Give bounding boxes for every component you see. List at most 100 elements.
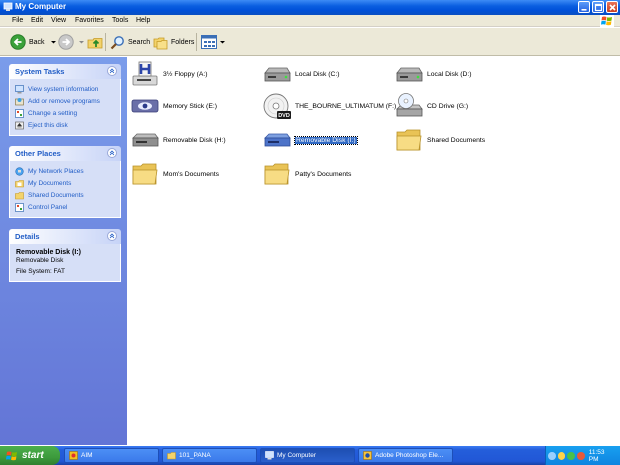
shared-documents-icon [15, 191, 24, 199]
other-places-title: Other Places [15, 149, 61, 158]
taskbar-label: AIM [81, 452, 93, 459]
hard-disk-icon [396, 67, 423, 82]
minimize-button[interactable] [578, 1, 590, 13]
drive-local-disk-c[interactable]: Local Disk (C:) [262, 60, 340, 88]
folders-label: Folders [171, 38, 195, 46]
start-label: start [22, 450, 44, 461]
system-info-icon [15, 84, 24, 93]
task-view-system-information[interactable]: View system information [15, 83, 115, 95]
taskbar-button-101-pana[interactable]: 101_PANA [162, 448, 257, 463]
taskbar-label: Adobe Photoshop Ele... [375, 452, 444, 459]
task-label: Add or remove programs [28, 97, 100, 105]
clock[interactable]: 11:53 PM [589, 449, 615, 463]
menu-file[interactable]: File [12, 17, 23, 24]
windows-logo-icon [6, 451, 17, 460]
taskbar-button-my-computer[interactable]: My Computer [260, 448, 355, 463]
drive-removable-i[interactable]: Removable Disk (I:) [262, 126, 358, 154]
up-folder-button[interactable] [87, 33, 103, 51]
drives-view: 3½ Floppy (A:) Local Disk (C:) Local Dis… [127, 57, 620, 445]
task-add-remove-programs[interactable]: Add or remove programs [15, 95, 115, 107]
views-dropdown-icon[interactable] [219, 39, 226, 45]
collapse-chevron-icon[interactable] [107, 231, 117, 241]
place-shared-documents[interactable]: Shared Documents [15, 189, 115, 201]
drive-local-disk-d[interactable]: Local Disk (D:) [394, 60, 472, 88]
place-label: My Documents [28, 179, 72, 187]
drive-floppy-a[interactable]: 3½ Floppy (A:) [130, 60, 208, 88]
system-tray: 11:53 PM [545, 446, 620, 465]
drive-cd-g[interactable]: CD Drive (G:) [394, 92, 468, 120]
drive-memory-stick-e[interactable]: Memory Stick (E:) [130, 92, 217, 120]
close-icon [609, 4, 616, 11]
folder-pattys-documents[interactable]: Patty's Documents [262, 160, 351, 188]
menu-help[interactable]: Help [136, 17, 150, 24]
folder-label: Patty's Documents [295, 170, 352, 178]
place-my-network-places[interactable]: My Network Places [15, 165, 115, 177]
task-change-setting[interactable]: Change a setting [15, 107, 115, 119]
system-tasks-body: View system information Add or remove pr… [9, 79, 121, 136]
photoshop-elements-icon [363, 451, 372, 460]
details-title: Details [15, 232, 40, 241]
task-eject-disk[interactable]: Eject this disk [15, 119, 115, 131]
drive-label: Local Disk (D:) [427, 70, 472, 78]
place-control-panel[interactable]: Control Panel [15, 201, 115, 213]
forward-dropdown-icon[interactable] [78, 39, 85, 45]
folders-button[interactable]: Folders [153, 33, 194, 51]
folder-shared-documents[interactable]: Shared Documents [394, 126, 485, 154]
control-panel-icon [15, 108, 24, 118]
bluetooth-icon[interactable] [547, 451, 556, 460]
forward-button[interactable] [58, 33, 85, 51]
maximize-button[interactable] [592, 1, 604, 13]
toolbar-separator [105, 33, 106, 51]
drive-label: Removable Disk (I:) [294, 135, 358, 145]
collapse-chevron-icon[interactable] [107, 66, 117, 76]
menu-edit[interactable]: Edit [31, 17, 43, 24]
memory-stick-icon [131, 99, 159, 113]
title-bar[interactable]: My Computer [0, 0, 620, 15]
back-button[interactable]: Back [10, 33, 57, 51]
collapse-chevron-icon[interactable] [107, 148, 117, 158]
my-computer-icon [265, 451, 274, 460]
drive-removable-h[interactable]: Removable Disk (H:) [130, 126, 226, 154]
menu-view[interactable]: View [51, 17, 66, 24]
drive-dvd-f[interactable]: DVD THE_BOURNE_ULTIMATUM (F:) [262, 92, 396, 120]
back-label: Back [29, 38, 45, 46]
system-tasks-header[interactable]: System Tasks [9, 64, 121, 79]
cd-drive-icon [396, 93, 423, 117]
place-my-documents[interactable]: My Documents [15, 177, 115, 189]
back-dropdown-icon[interactable] [50, 39, 57, 45]
other-places-body: My Network Places My Documents Shared Do… [9, 161, 121, 218]
security-icon[interactable] [577, 451, 585, 460]
details-item-name: Removable Disk (I:) [16, 249, 81, 256]
views-button[interactable] [201, 33, 226, 51]
other-places-header[interactable]: Other Places [9, 146, 121, 161]
folder-icon [167, 452, 176, 460]
search-button[interactable]: Search [110, 33, 150, 51]
taskbar-button-aim[interactable]: AIM [64, 448, 159, 463]
toolbar-separator [196, 33, 197, 51]
menu-tools[interactable]: Tools [112, 17, 128, 24]
system-tasks-title: System Tasks [15, 67, 65, 76]
views-icon [201, 35, 217, 49]
task-pane: System Tasks View system information Add… [0, 57, 127, 445]
maximize-icon [594, 3, 603, 12]
search-label: Search [128, 38, 151, 46]
folder-icon [396, 129, 422, 151]
task-label: Eject this disk [28, 121, 68, 129]
menu-bar: File Edit View Favorites Tools Help [0, 15, 620, 27]
tray-app-icon[interactable] [557, 451, 566, 460]
place-label: Shared Documents [28, 191, 84, 199]
place-label: Control Panel [28, 203, 68, 211]
network-icon[interactable] [567, 451, 576, 460]
folder-moms-documents[interactable]: Mom's Documents [130, 160, 219, 188]
aim-icon [69, 451, 78, 460]
taskbar-button-photoshop-elements[interactable]: Adobe Photoshop Ele... [358, 448, 453, 463]
menu-favorites[interactable]: Favorites [75, 17, 104, 24]
details-header[interactable]: Details [9, 229, 121, 244]
close-button[interactable] [606, 1, 618, 13]
start-button[interactable]: start [0, 446, 60, 465]
floppy-icon [132, 61, 158, 86]
task-label: View system information [28, 85, 99, 93]
my-documents-icon [15, 179, 24, 187]
folder-label: Mom's Documents [163, 170, 220, 178]
place-label: My Network Places [28, 167, 84, 175]
